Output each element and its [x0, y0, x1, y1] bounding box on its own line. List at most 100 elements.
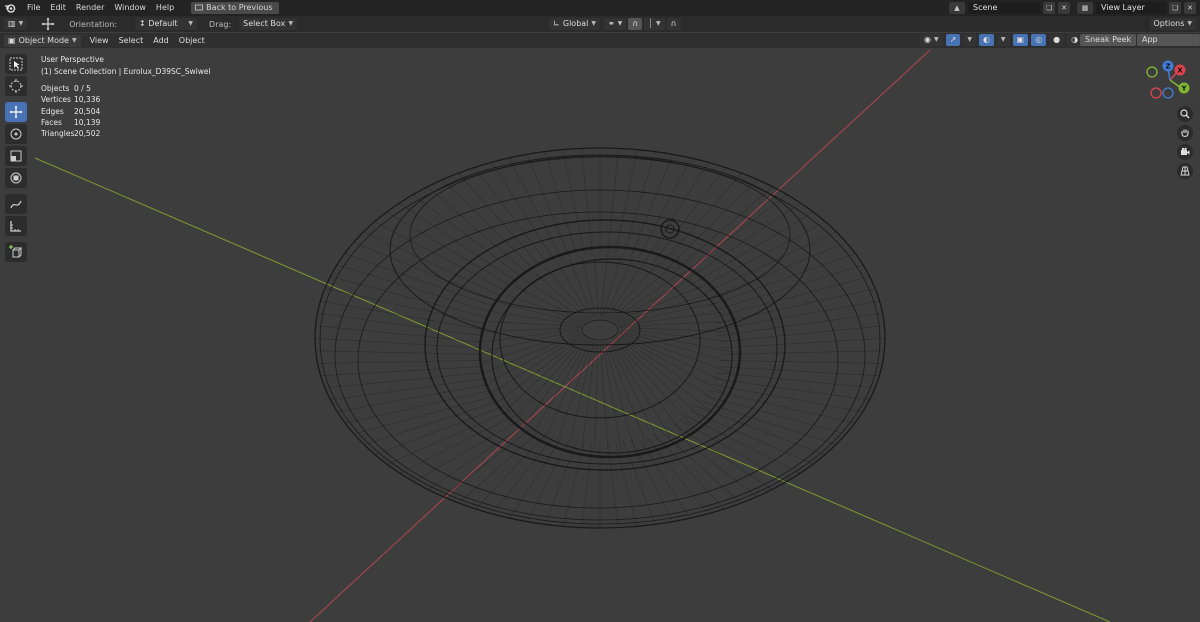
- blender-logo-icon[interactable]: [4, 2, 16, 14]
- wireframe-model[interactable]: [0, 48, 1200, 622]
- mesh-edge: [493, 311, 582, 326]
- mesh-edge: [319, 372, 485, 389]
- menu-object[interactable]: Object: [174, 35, 210, 47]
- scene-copy-icon[interactable]: ❏: [1043, 2, 1055, 14]
- view-layer-selector-icon[interactable]: ▩: [1077, 2, 1093, 14]
- zoom-button[interactable]: [1177, 106, 1193, 122]
- mesh-edge: [605, 341, 647, 446]
- menu-select[interactable]: Select: [114, 35, 149, 47]
- stat-label: Objects: [41, 84, 70, 93]
- mesh-edge: [630, 439, 676, 527]
- neg-y-axis-handle[interactable]: [1146, 66, 1158, 78]
- solid-sphere-icon: ●: [1053, 35, 1061, 44]
- neg-x-axis-handle[interactable]: [1150, 87, 1162, 99]
- camera-view-button[interactable]: [1177, 144, 1193, 160]
- mesh-edge: [569, 341, 595, 446]
- mesh-edge: [703, 395, 852, 436]
- view-layer-field[interactable]: View Layer: [1096, 2, 1166, 14]
- overlays-dropdown[interactable]: ▼: [996, 34, 1010, 46]
- mesh-edge: [718, 360, 885, 364]
- mesh-edge: [695, 405, 831, 457]
- menu-window[interactable]: Window: [109, 0, 151, 16]
- scale-tool[interactable]: [5, 146, 27, 166]
- mode-value: Object Mode: [18, 35, 69, 45]
- mesh-edge: [315, 299, 483, 330]
- solid-shading-button[interactable]: ●: [1049, 34, 1065, 46]
- select-box-tool[interactable]: [5, 54, 27, 74]
- mode-dropdown[interactable]: ▣ Object Mode ▼: [4, 34, 81, 47]
- mesh-edge: [331, 263, 490, 312]
- menu-view[interactable]: View: [85, 35, 114, 47]
- scene-selector-icon[interactable]: ▲: [949, 2, 965, 14]
- xray-toggle[interactable]: ▣: [1012, 34, 1029, 46]
- scene-close-icon[interactable]: ✕: [1058, 2, 1070, 14]
- viewport-header: ▣ Object Mode ▼ View Select Add Object ◉…: [0, 33, 1200, 56]
- neg-z-axis-handle[interactable]: [1162, 87, 1174, 99]
- transform-tool[interactable]: [5, 168, 27, 188]
- orientation-icon: ↕: [139, 19, 146, 28]
- pivot-point-dropdown[interactable]: ⚭ ▼: [604, 18, 627, 30]
- mesh-edge: [678, 191, 792, 277]
- mesh-edge: [325, 378, 487, 401]
- editor-type-dropdown[interactable]: ▥ ▼: [4, 18, 28, 30]
- mesh-edge: [607, 148, 620, 254]
- move-tool[interactable]: [5, 102, 27, 122]
- transform-orientation-dropdown[interactable]: ∟ Global ▼: [549, 18, 601, 30]
- gizmo-dropdown[interactable]: ↗: [945, 34, 961, 46]
- mesh-edge: [719, 350, 885, 355]
- menu-help[interactable]: Help: [151, 0, 179, 16]
- app-manager-button[interactable]: App Manager: [1137, 34, 1200, 56]
- pan-button[interactable]: [1177, 125, 1193, 141]
- rotate-icon: [10, 128, 22, 140]
- scene-name-field[interactable]: Scene: [968, 2, 1040, 14]
- orientation-value: Default: [148, 19, 178, 28]
- 3d-viewport[interactable]: User Perspective (1) Scene Collection | …: [0, 48, 1200, 622]
- mesh-edge: [717, 366, 885, 377]
- annotate-tool[interactable]: [5, 194, 27, 214]
- navigation-gizmo[interactable]: Z X Y: [1142, 58, 1198, 104]
- cursor-tool[interactable]: [5, 76, 27, 96]
- visibility-dropdown[interactable]: ◉ ▼: [920, 34, 943, 46]
- menu-edit[interactable]: Edit: [45, 0, 71, 16]
- menu-render[interactable]: Render: [71, 0, 109, 16]
- options-dropdown[interactable]: Options ▼: [1149, 18, 1196, 30]
- toggle-perspective-button[interactable]: [1177, 163, 1193, 179]
- snap-toggle[interactable]: ∩: [628, 18, 643, 30]
- back-to-previous-label: Back to Previous: [206, 3, 273, 12]
- orientation-dropdown[interactable]: ↕ Default ▼: [135, 18, 198, 30]
- stat-value: 20,504: [74, 106, 101, 116]
- stat-label: Triangles: [41, 129, 75, 139]
- mesh-edge: [561, 442, 585, 528]
- mesh-edge: [599, 341, 609, 451]
- y-axis-label: Y: [1180, 85, 1187, 93]
- proportional-editing-toggle[interactable]: ∩: [666, 18, 681, 30]
- drag-dropdown[interactable]: Select Box ▼: [239, 18, 298, 30]
- material-sphere-icon: ◑: [1071, 35, 1079, 44]
- gizmo-options-dropdown[interactable]: ▼: [963, 34, 976, 46]
- stat-label: Edges: [41, 106, 64, 116]
- screen-icon: [195, 4, 204, 11]
- mesh-edge: [699, 400, 842, 447]
- rotate-tool[interactable]: [5, 124, 27, 144]
- measure-tool[interactable]: [5, 216, 27, 236]
- add-cube-tool[interactable]: [5, 242, 27, 262]
- wireframe-shading-button[interactable]: ◎: [1031, 34, 1047, 46]
- view-layer-copy-icon[interactable]: ❏: [1169, 2, 1181, 14]
- view-layer-close-icon[interactable]: ✕: [1184, 2, 1196, 14]
- sneak-peek-button[interactable]: Sneak Peek: [1080, 34, 1137, 46]
- menu-file[interactable]: File: [22, 0, 45, 16]
- mesh-edge: [394, 199, 516, 282]
- top-menu-bar: File Edit Render Window Help Back to Pre…: [0, 0, 1200, 16]
- menu-add[interactable]: Add: [148, 35, 174, 47]
- mesh-edge: [369, 405, 505, 457]
- move-tool-icon[interactable]: [41, 17, 55, 31]
- mesh-edge: [524, 278, 587, 322]
- chevron-down-icon: ▼: [1000, 36, 1006, 43]
- overlays-toggle[interactable]: ◐: [978, 34, 994, 46]
- back-to-previous-button[interactable]: Back to Previous: [191, 2, 279, 14]
- chevron-down-icon: ▼: [18, 20, 24, 27]
- mesh-edge: [315, 366, 483, 377]
- drag-label: Drag:: [209, 19, 232, 29]
- snap-target-dropdown[interactable]: ┊ ▼: [644, 18, 665, 30]
- scene-statistics: Objects 0 / 5 Vertices 10,336 Edges 20,504 …: [41, 83, 100, 139]
